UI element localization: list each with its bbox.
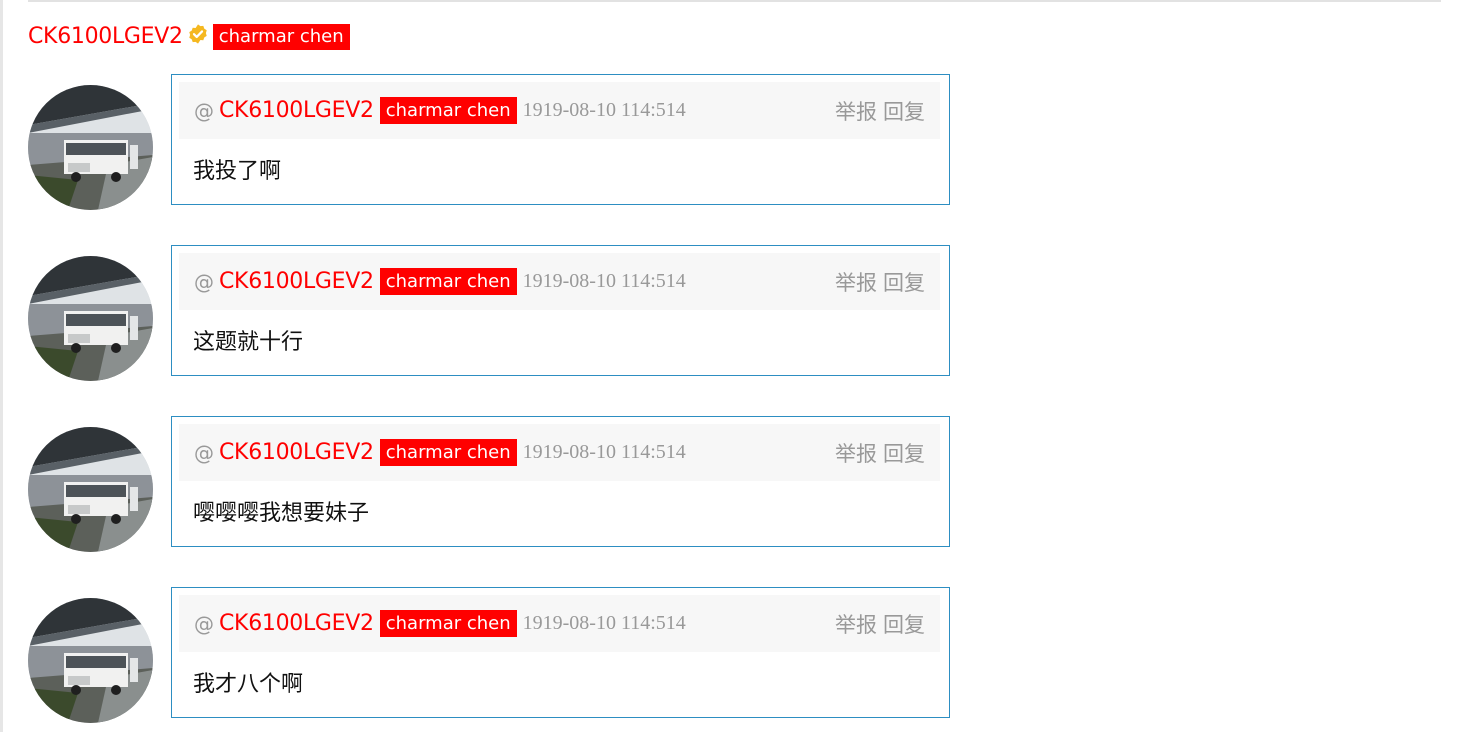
comment-username-link[interactable]: CK6100LGEV2 bbox=[219, 440, 374, 465]
comment-timestamp: 1919-08-10 114:514 bbox=[522, 441, 686, 463]
comment-meta: @ CK6100LGEV2 charmar chen 1919-08-10 11… bbox=[194, 424, 686, 481]
comment-thread-page: CK6100LGEV2 charmar chen @ CK6100LGEV2 c… bbox=[0, 0, 1467, 732]
verified-badge-icon bbox=[189, 24, 207, 44]
comment-meta: @ CK6100LGEV2 charmar chen 1919-08-10 11… bbox=[194, 595, 686, 652]
comment-meta: @ CK6100LGEV2 charmar chen 1919-08-10 11… bbox=[194, 253, 686, 310]
header-username-link[interactable]: CK6100LGEV2 bbox=[28, 22, 183, 52]
comment-actions: 举报 回复 bbox=[835, 82, 925, 139]
comment-meta-bar: @ CK6100LGEV2 charmar chen 1919-08-10 11… bbox=[179, 595, 940, 652]
bus-photo-avatar-image bbox=[28, 598, 153, 723]
comment-user-tag: charmar chen bbox=[379, 268, 517, 295]
comment-card: @ CK6100LGEV2 charmar chen 1919-08-10 11… bbox=[171, 74, 950, 205]
comment-body: 我投了啊 bbox=[193, 159, 282, 184]
comment-timestamp: 1919-08-10 114:514 bbox=[522, 612, 686, 634]
reply-button[interactable]: 回复 bbox=[883, 609, 925, 639]
at-symbol: @ bbox=[194, 269, 214, 294]
header-user-tag: charmar chen bbox=[212, 24, 350, 50]
bus-photo-avatar-image bbox=[28, 85, 153, 210]
top-divider bbox=[28, 0, 1441, 2]
comment-timestamp: 1919-08-10 114:514 bbox=[522, 270, 686, 292]
comment-username-link[interactable]: CK6100LGEV2 bbox=[219, 269, 374, 294]
reply-button[interactable]: 回复 bbox=[883, 96, 925, 126]
comment-meta-bar: @ CK6100LGEV2 charmar chen 1919-08-10 11… bbox=[179, 82, 940, 139]
reply-button[interactable]: 回复 bbox=[883, 267, 925, 297]
comment-meta-bar: @ CK6100LGEV2 charmar chen 1919-08-10 11… bbox=[179, 424, 940, 481]
comment-user-tag: charmar chen bbox=[379, 610, 517, 637]
bus-photo-avatar-image bbox=[28, 427, 153, 552]
reply-button[interactable]: 回复 bbox=[883, 438, 925, 468]
comment-actions: 举报 回复 bbox=[835, 595, 925, 652]
bus-photo-avatar-image bbox=[28, 256, 153, 381]
comment-meta: @ CK6100LGEV2 charmar chen 1919-08-10 11… bbox=[194, 82, 686, 139]
comment-body: 这题就十行 bbox=[193, 330, 304, 355]
comment-meta-bar: @ CK6100LGEV2 charmar chen 1919-08-10 11… bbox=[179, 253, 940, 310]
report-button[interactable]: 举报 bbox=[835, 438, 877, 468]
comment-timestamp: 1919-08-10 114:514 bbox=[522, 99, 686, 121]
left-divider bbox=[0, 0, 3, 732]
comment-username-link[interactable]: CK6100LGEV2 bbox=[219, 98, 374, 123]
avatar[interactable] bbox=[28, 427, 153, 552]
comment-card: @ CK6100LGEV2 charmar chen 1919-08-10 11… bbox=[171, 587, 950, 718]
comment-body: 嘤嘤嘤我想要妹子 bbox=[193, 501, 370, 526]
at-symbol: @ bbox=[194, 611, 214, 636]
comment-username-link[interactable]: CK6100LGEV2 bbox=[219, 611, 374, 636]
avatar[interactable] bbox=[28, 598, 153, 723]
comment-card: @ CK6100LGEV2 charmar chen 1919-08-10 11… bbox=[171, 416, 950, 547]
at-symbol: @ bbox=[194, 440, 214, 465]
comment-user-tag: charmar chen bbox=[379, 97, 517, 124]
comment-actions: 举报 回复 bbox=[835, 253, 925, 310]
comment-body: 我才八个啊 bbox=[193, 672, 304, 697]
avatar[interactable] bbox=[28, 256, 153, 381]
thread-header: CK6100LGEV2 charmar chen bbox=[28, 22, 350, 52]
comment-actions: 举报 回复 bbox=[835, 424, 925, 481]
avatar[interactable] bbox=[28, 85, 153, 210]
at-symbol: @ bbox=[194, 98, 214, 123]
report-button[interactable]: 举报 bbox=[835, 267, 877, 297]
comment-user-tag: charmar chen bbox=[379, 439, 517, 466]
report-button[interactable]: 举报 bbox=[835, 609, 877, 639]
comment-card: @ CK6100LGEV2 charmar chen 1919-08-10 11… bbox=[171, 245, 950, 376]
report-button[interactable]: 举报 bbox=[835, 96, 877, 126]
